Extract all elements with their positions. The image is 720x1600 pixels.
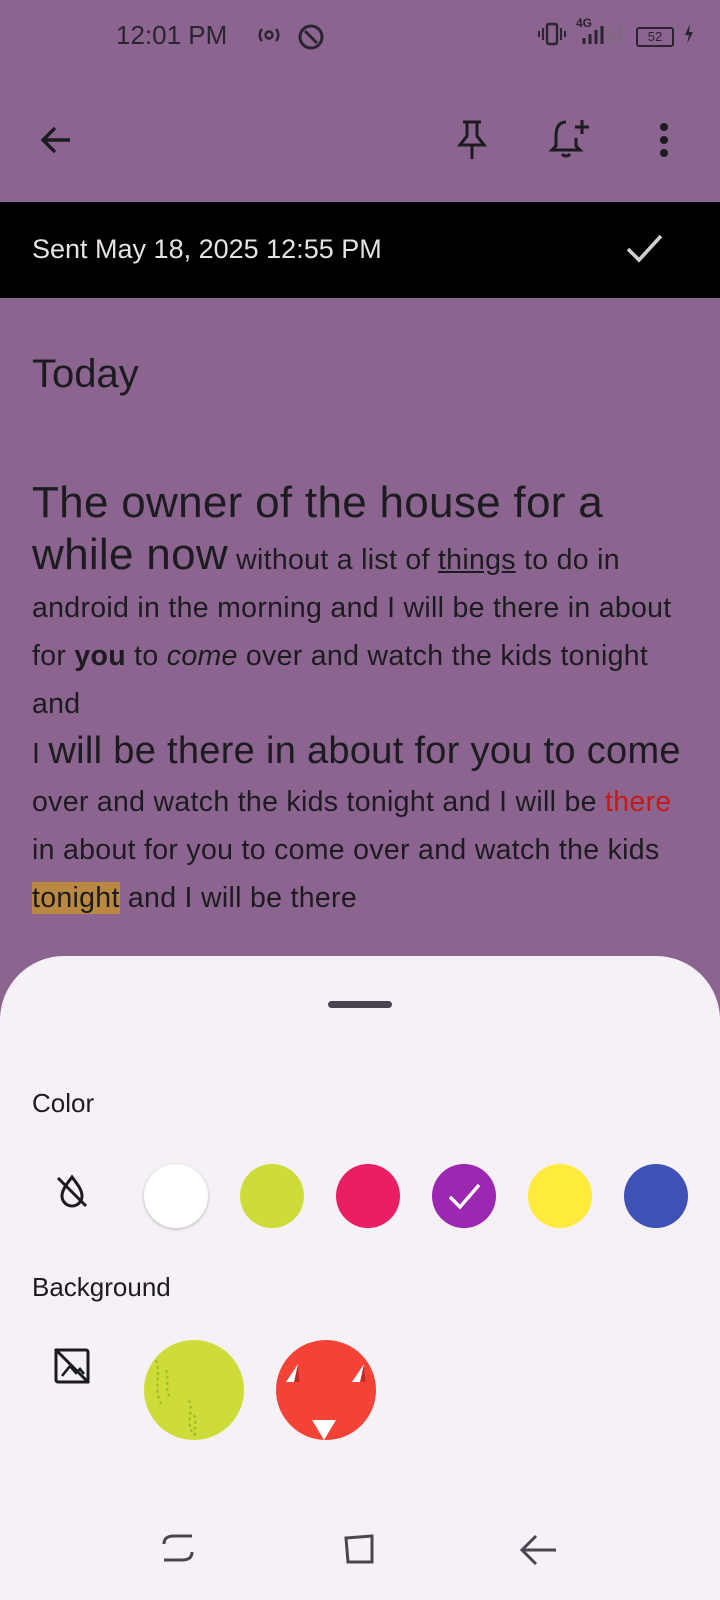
no-background-icon[interactable] [44, 1338, 100, 1394]
more-vert-icon[interactable] [634, 110, 694, 170]
note-header: Today [32, 340, 692, 397]
note-text: and I will be there [119, 882, 357, 914]
color-swatch-pink[interactable] [336, 1164, 400, 1228]
color-section-label: Color [32, 1088, 95, 1118]
sent-status-bar: Sent May 18, 2025 12:55 PM [0, 202, 720, 298]
drag-handle[interactable] [328, 1001, 392, 1008]
vibrate-icon [538, 22, 566, 51]
signal-icon: 4G [576, 16, 626, 51]
status-bar: 12:01 PM 4G 52 [0, 0, 720, 78]
note-text-large: will be there in about for you to come [48, 730, 681, 772]
hotspot-icon [256, 22, 282, 57]
status-time: 12:01 PM [116, 20, 228, 50]
note-text: in about for you to come over and watch … [32, 834, 660, 866]
background-pattern-lime[interactable] [144, 1340, 244, 1440]
nav-back-icon[interactable] [518, 1532, 558, 1573]
note-text-underlined: things [437, 544, 516, 576]
background-pattern-red[interactable] [276, 1340, 376, 1440]
no-color-icon[interactable] [44, 1164, 100, 1220]
selected-check-icon [448, 1183, 481, 1210]
note-text-italic: come [166, 640, 238, 672]
add-reminder-icon[interactable] [540, 108, 600, 168]
network-type: 4G [576, 16, 593, 30]
home-icon[interactable] [340, 1530, 380, 1575]
do-not-disturb-icon [296, 22, 326, 57]
color-swatch-indigo[interactable] [624, 1164, 688, 1228]
app-bar [0, 78, 720, 202]
note-text-highlighted: tonight [32, 882, 120, 914]
note-body[interactable]: The owner of the house for a while now w… [32, 480, 698, 922]
system-nav-bar [0, 1500, 720, 1600]
pin-icon[interactable] [442, 110, 502, 170]
recent-apps-icon[interactable] [158, 1530, 198, 1571]
note-text: without a list of [227, 544, 438, 576]
color-swatch-white[interactable] [144, 1164, 208, 1228]
note-text: to [125, 640, 167, 672]
back-arrow-icon[interactable] [26, 110, 86, 170]
note-text-bold: you [74, 640, 126, 672]
color-swatch-yellow[interactable] [528, 1164, 592, 1228]
color-swatch-purple[interactable] [432, 1164, 496, 1228]
check-icon[interactable] [624, 228, 664, 273]
background-section-label: Background [32, 1272, 171, 1302]
charging-icon [684, 24, 694, 49]
note-text: over and watch the kids tonight and I wi… [32, 786, 606, 818]
sent-timestamp: Sent May 18, 2025 12:55 PM [32, 234, 382, 264]
battery-indicator: 52 [636, 26, 674, 47]
note-text-red: there [605, 786, 672, 818]
note-text: I [32, 738, 49, 770]
note-title[interactable]: Today [32, 352, 692, 397]
color-swatch-lime[interactable] [240, 1164, 304, 1228]
